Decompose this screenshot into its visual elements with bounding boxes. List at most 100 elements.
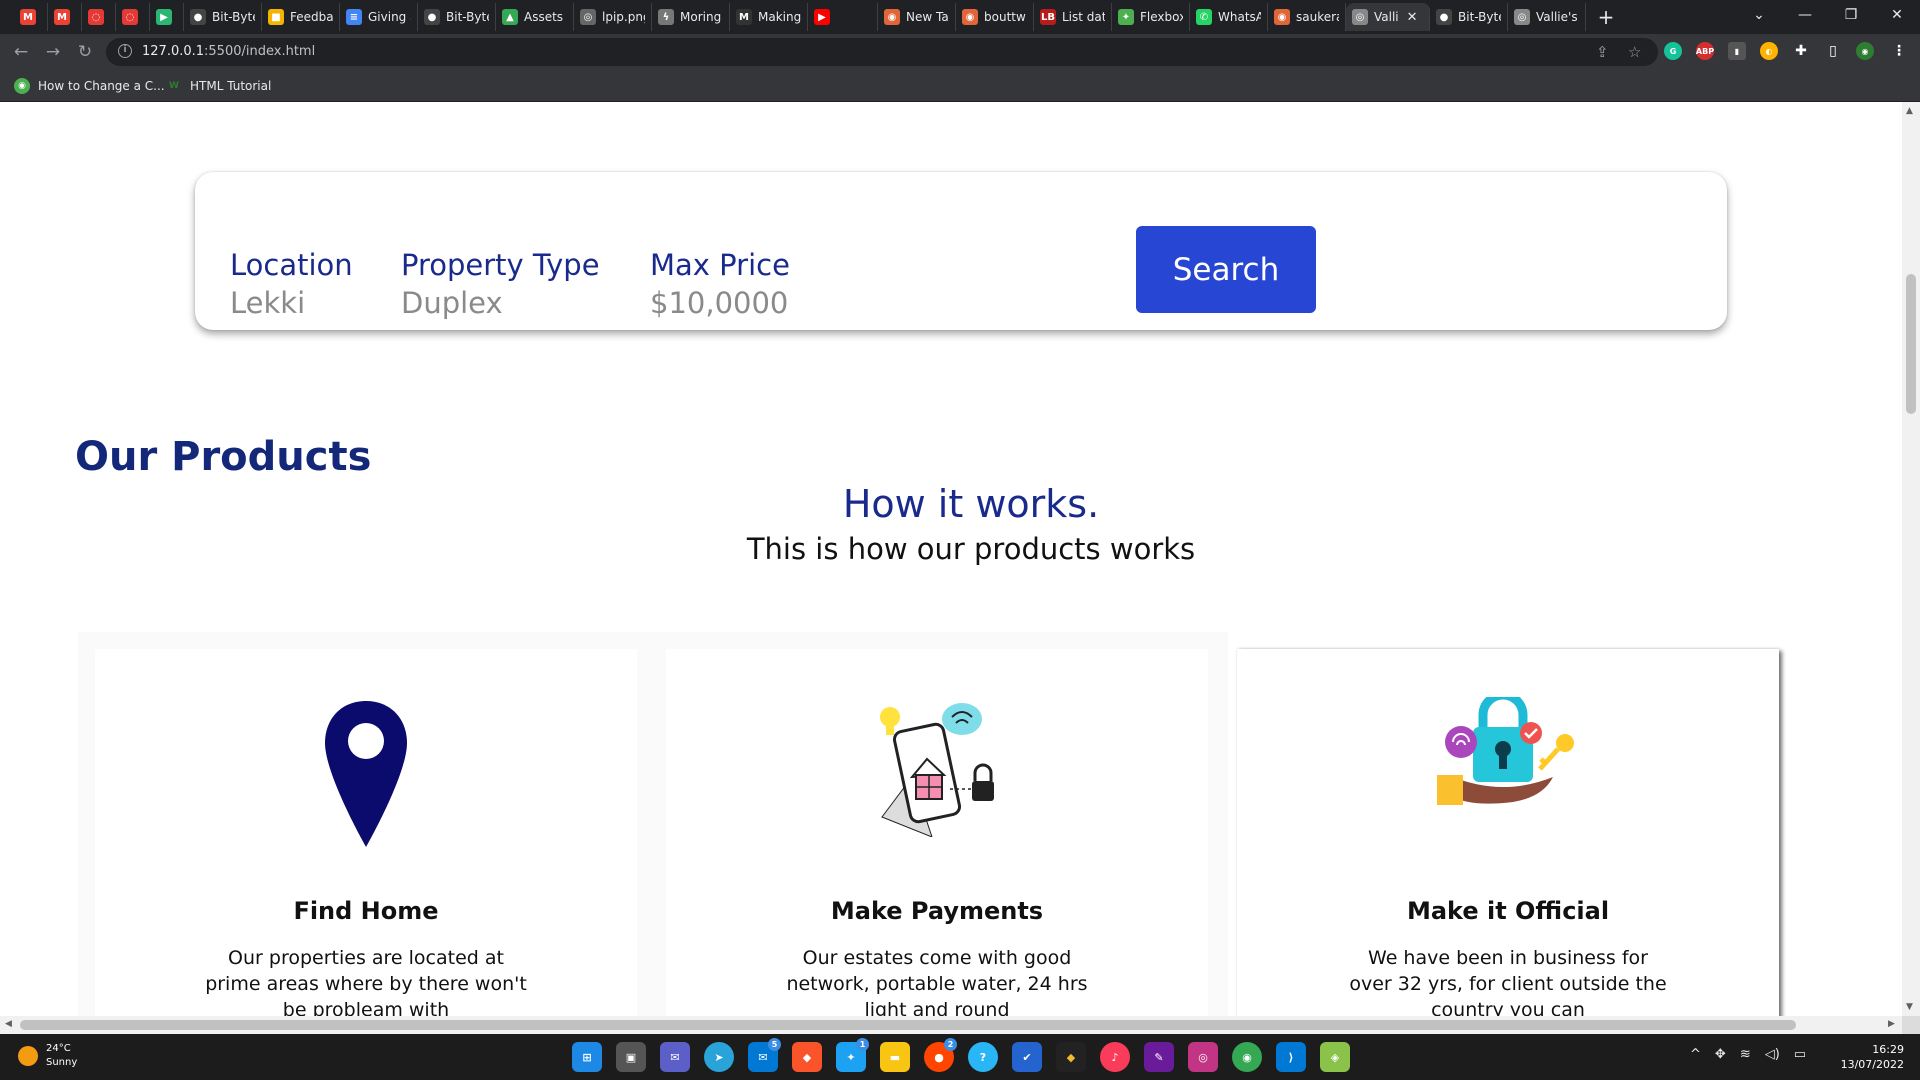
browser-tab[interactable]: ● Bit-Byte (184, 3, 262, 31)
tab-favicon-icon: ■ (268, 9, 284, 25)
location-label: Location (230, 248, 353, 282)
share-icon[interactable]: ⇪ (1596, 43, 1609, 61)
clock-time: 16:29 (1872, 1043, 1904, 1056)
address-bar[interactable]: i 127.0.0.1:5500/index.html ⇪ ☆ (106, 38, 1658, 66)
w3schools-icon: W (169, 81, 179, 91)
site-info-icon[interactable]: i (118, 44, 132, 58)
web-page: Location Lekki Property Type Duplex Max … (0, 102, 1902, 1016)
bookmark-html-tutorial[interactable]: W HTML Tutorial (166, 78, 271, 94)
browser-tab[interactable]: ◉ New Ta (878, 3, 956, 31)
todo-icon[interactable]: ✔ (1012, 1042, 1042, 1072)
minimize-button[interactable]: — (1782, 7, 1828, 23)
browser-tab[interactable]: ✦ Flexbox (1112, 3, 1190, 31)
dropbox-icon[interactable]: ✥ (1715, 1047, 1726, 1062)
max-price-value[interactable]: $10,0000 (650, 286, 790, 320)
twitter-icon[interactable]: ✦ 1 (836, 1038, 869, 1072)
url-host: 127.0.0.1 (142, 44, 205, 59)
tab-search-icon[interactable]: ⌄ (1736, 7, 1782, 23)
scroll-left-arrow-icon[interactable]: ◀ (5, 1019, 12, 1029)
reload-button[interactable]: ↻ (74, 41, 96, 63)
horizontal-scroll-thumb[interactable] (20, 1020, 1796, 1030)
restore-button[interactable]: ❐ (1828, 7, 1874, 23)
task-view-icon[interactable]: ▣ (616, 1042, 646, 1072)
photo-editor-icon[interactable]: ✎ (1144, 1042, 1174, 1072)
color-extension-icon[interactable]: ◐ (1760, 42, 1778, 60)
browser-tab[interactable]: ✆ WhatsA (1190, 3, 1268, 31)
profile-avatar[interactable]: ◉ (1856, 42, 1874, 60)
bookmarks-bar: ◉ How to Change a C... W HTML Tutorial (0, 70, 1920, 102)
shield-extension-icon[interactable]: ▮ (1728, 42, 1746, 60)
max-price-field[interactable]: Max Price $10,0000 (650, 248, 790, 320)
tray-chevron-icon[interactable]: ^ (1690, 1047, 1701, 1062)
tab-favicon-icon: ≡ (346, 9, 362, 25)
browser-tab[interactable]: M (14, 3, 48, 31)
side-panel-icon[interactable]: ▯ (1824, 42, 1842, 60)
file-explorer-icon[interactable]: ▬ (880, 1042, 910, 1072)
reddit-icon[interactable]: ● 2 (924, 1038, 957, 1072)
property-type-field[interactable]: Property Type Duplex (401, 248, 600, 320)
start-menu-icon[interactable]: ⊞ (572, 1042, 602, 1072)
bookmark-star-icon[interactable]: ☆ (1628, 43, 1641, 61)
browser-tab[interactable]: ● Bit-Byte (1430, 3, 1508, 31)
vscode-icon[interactable]: ⟩ (1276, 1042, 1306, 1072)
mail-icon[interactable]: ✉ 5 (748, 1038, 781, 1072)
browser-tab[interactable]: ◉ saukera (1268, 3, 1346, 31)
browser-tab[interactable]: M (48, 3, 82, 31)
back-button[interactable]: ← (10, 41, 32, 63)
tab-close-icon[interactable]: ✕ (1407, 10, 1418, 25)
git-icon[interactable]: ◈ (1320, 1042, 1350, 1072)
wifi-icon[interactable]: ≋ (1740, 1047, 1751, 1062)
twitter-badge: 1 (856, 1038, 869, 1051)
teams-chat-icon[interactable]: ✉ (660, 1042, 690, 1072)
browser-tab[interactable]: ◎ Valli ✕ (1346, 3, 1430, 31)
forward-button[interactable]: → (42, 41, 64, 63)
music-icon[interactable]: ♪ (1100, 1042, 1130, 1072)
browser-tab[interactable]: ◎ lpip.png (574, 3, 652, 31)
volume-icon[interactable]: ◁) (1765, 1047, 1780, 1062)
telegram-icon[interactable]: ➤ (704, 1042, 734, 1072)
brave-browser-icon[interactable]: ◆ (792, 1042, 822, 1072)
tab-favicon-icon: ◌ (122, 9, 138, 25)
vertical-scroll-thumb[interactable] (1906, 274, 1916, 414)
scroll-up-arrow-icon[interactable]: ▲ (1906, 106, 1913, 116)
browser-tab[interactable]: ● Bit-Byte (418, 3, 496, 31)
browser-tab[interactable]: LB List dat (1034, 3, 1112, 31)
chrome-icon[interactable]: ◉ (1232, 1042, 1262, 1072)
scroll-down-arrow-icon[interactable]: ▼ (1906, 1002, 1913, 1012)
binance-icon[interactable]: ◆ (1056, 1042, 1086, 1072)
help-icon[interactable]: ? (968, 1042, 998, 1072)
extensions-puzzle-icon[interactable]: ✚ (1792, 42, 1810, 60)
location-field[interactable]: Location Lekki (230, 248, 353, 320)
horizontal-scrollbar[interactable]: ◀ ▶ (0, 1016, 1902, 1034)
vertical-scrollbar[interactable]: ▲ ▼ (1902, 102, 1920, 1016)
property-type-value[interactable]: Duplex (401, 286, 600, 320)
weather-widget[interactable]: 24°C Sunny (18, 1042, 77, 1070)
close-window-button[interactable]: ✕ (1874, 7, 1920, 23)
browser-tab[interactable]: ϟ Moring (652, 3, 730, 31)
search-button[interactable]: Search (1136, 226, 1316, 313)
menu-kebab-icon[interactable]: ⋮ (1890, 42, 1908, 60)
clock[interactable]: 16:29 13/07/2022 (1841, 1042, 1904, 1072)
new-tab-button[interactable]: + (1592, 3, 1620, 31)
bookmark-how-to-change[interactable]: ◉ How to Change a C... (14, 78, 165, 94)
instagram-icon[interactable]: ◎ (1188, 1042, 1218, 1072)
address-url[interactable]: 127.0.0.1:5500/index.html (142, 44, 315, 59)
adblock-extension-icon[interactable]: ABP (1696, 42, 1714, 60)
browser-tab[interactable]: ◌ (82, 3, 116, 31)
browser-tab[interactable]: ▶ (150, 3, 184, 31)
browser-tab[interactable]: ▶ (808, 3, 878, 31)
browser-tab[interactable]: ◉ bouttw (956, 3, 1034, 31)
browser-tab[interactable]: ≡ Giving a (340, 3, 418, 31)
browser-tab[interactable]: ■ Feedba (262, 3, 340, 31)
battery-icon[interactable]: ▭ (1794, 1047, 1806, 1062)
scroll-right-arrow-icon[interactable]: ▶ (1888, 1019, 1895, 1029)
location-value[interactable]: Lekki (230, 286, 353, 320)
browser-tab[interactable]: ◌ (116, 3, 150, 31)
tab-favicon-icon: ◌ (88, 9, 104, 25)
browser-tab[interactable]: ▲ Assets (496, 3, 574, 31)
browser-tab[interactable]: M Making (730, 3, 808, 31)
url-path: :5500/index.html (204, 44, 316, 59)
tab-label: saukera (1296, 10, 1339, 24)
browser-tab[interactable]: ◎ Vallie's (1508, 3, 1586, 31)
grammarly-extension-icon[interactable]: G (1664, 42, 1682, 60)
